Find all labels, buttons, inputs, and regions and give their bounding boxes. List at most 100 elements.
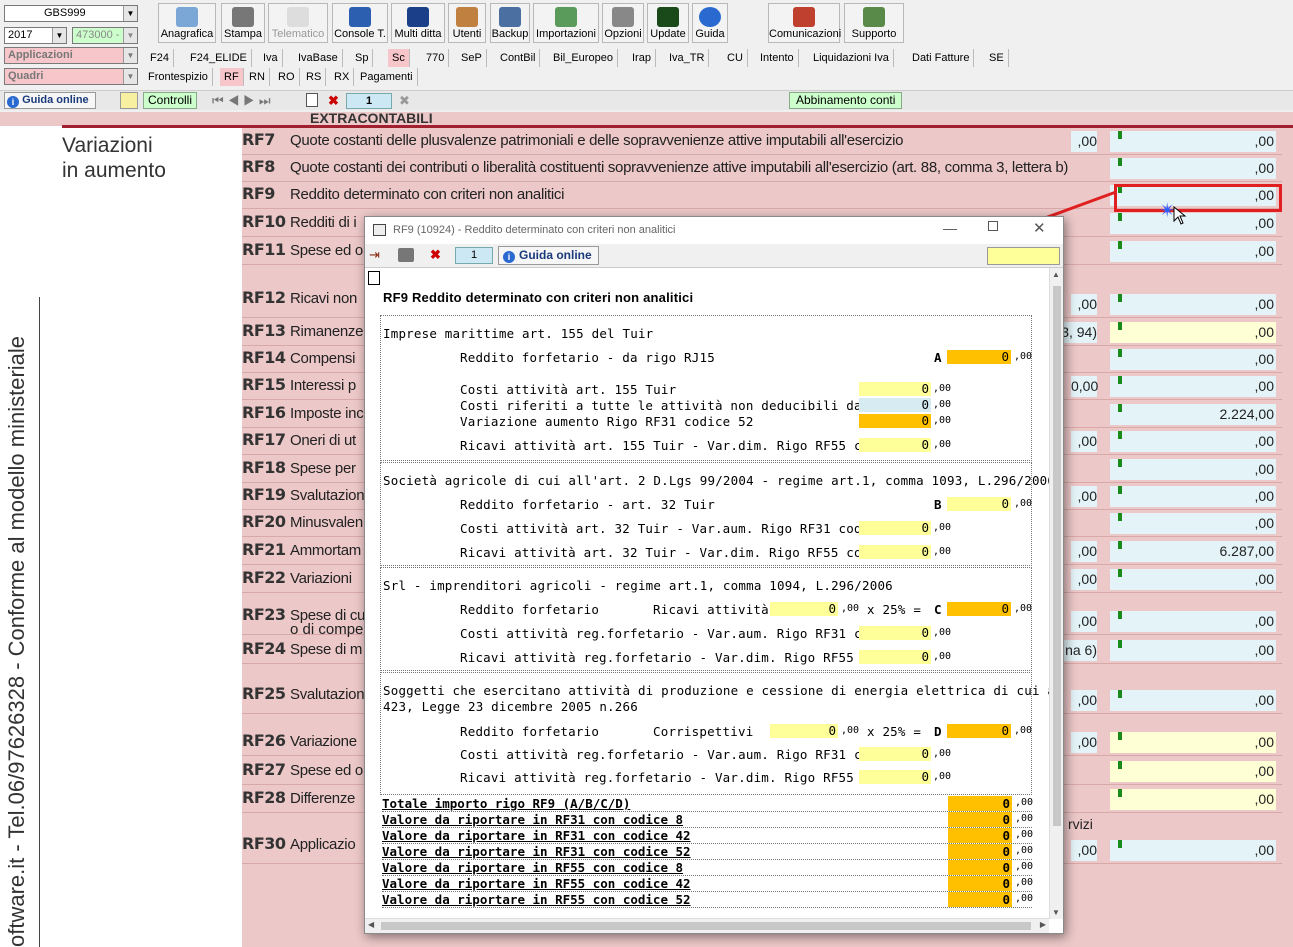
importazioni-button[interactable]: Importazioni [533,3,599,43]
sec1-reddito-a-field[interactable]: 0 [947,350,1011,364]
dialog-search-field[interactable] [987,247,1060,265]
row-value-field[interactable]: ,00 [1110,376,1276,397]
maximize-icon[interactable] [988,221,998,231]
tab-pagamenti[interactable]: Pagamenti [356,68,418,86]
chevron-down-icon[interactable]: ▼ [123,48,137,63]
sec3-reddito-c-field[interactable]: 0 [947,602,1011,616]
scroll-down-icon[interactable]: ▼ [1052,908,1060,917]
stampa-button[interactable]: Stampa [221,3,265,43]
chevron-down-icon[interactable]: ▼ [123,69,137,84]
row-value-field[interactable]: ,00 [1110,322,1276,343]
minimize-icon[interactable]: — [943,220,957,236]
quadri-select[interactable]: Quadri ▼ [4,68,138,85]
guida-button[interactable]: Guida [692,3,728,43]
checkbox-icon[interactable] [368,271,380,285]
anagrafica-button[interactable]: Anagrafica [158,3,216,43]
row-secondary-field[interactable]: ,00 [1071,611,1097,632]
exit-icon[interactable]: ⇥ [369,247,385,263]
code-select[interactable]: 473000 - ▼ [72,27,138,44]
row-secondary-field[interactable]: ,00 [1071,840,1097,861]
tab-se[interactable]: SE [985,49,1009,67]
row-secondary-field[interactable]: ,00 [1071,541,1097,562]
row-value-field[interactable]: ,00 [1110,431,1276,452]
supporto-button[interactable]: Supporto [844,3,904,43]
sec3-costi-field[interactable]: 0 [859,626,931,640]
row-value-field[interactable]: ,00 [1110,840,1276,861]
row-value-field[interactable]: 6.287,00 [1110,541,1276,562]
row-secondary-field[interactable]: 0,00 [1071,376,1098,397]
page-number-field[interactable]: 1 [346,93,392,109]
dialog-page-field[interactable]: 1 [455,247,493,264]
sec4-corrispettivi-field[interactable]: 0 [770,724,838,738]
row-value-field[interactable]: ,00 [1110,459,1276,480]
row-secondary-field[interactable]: ,00 [1071,732,1097,753]
tab-sp[interactable]: Sp [351,49,374,67]
nav-arrows-icon[interactable]: ⏮◀▶⏭ [212,93,275,109]
chevron-down-icon[interactable]: ▼ [123,6,137,21]
row-value-field[interactable]: ,00 [1110,349,1276,370]
tab-f24[interactable]: F24 [146,49,174,67]
sec4-ricavi-field[interactable]: 0 [859,770,931,784]
chevron-down-icon[interactable]: ▼ [52,28,66,43]
row-value-field[interactable]: ,00 [1110,761,1276,782]
sec4-costi-field[interactable]: 0 [859,747,931,761]
total-value-field[interactable]: 0 [948,796,1012,811]
controlli-button[interactable]: Controlli [143,92,198,109]
printer-icon[interactable] [398,248,414,262]
close-icon[interactable]: ✕ [1033,219,1046,237]
sec3-ricavi2-field[interactable]: 0 [859,650,931,664]
row-value-field[interactable]: ,00 [1110,611,1276,632]
new-page-icon[interactable] [306,93,318,107]
row-secondary-field[interactable]: ,00 [1071,569,1097,590]
hscroll-thumb[interactable] [381,922,1031,930]
scroll-up-icon[interactable]: ▲ [1052,270,1060,279]
row-secondary-field[interactable]: ,00 [1071,294,1097,315]
sec2-costi-field[interactable]: 0 [859,521,931,535]
sec1-costi-field[interactable]: 0 [859,382,931,396]
close-page-icon[interactable]: ✖ [399,93,410,109]
sec1-ricavi-field[interactable]: 0 [859,438,931,452]
row-value-field[interactable]: ,00 [1110,294,1276,315]
year-select[interactable]: 2017 ▼ [4,27,67,44]
total-value-field[interactable]: 0 [948,812,1012,827]
dialog-guida-online-button[interactable]: i Guida online [498,246,599,265]
telematico-button[interactable]: Telematico [268,3,328,43]
scroll-thumb[interactable] [1053,286,1061,826]
report-icon[interactable] [120,92,138,109]
scroll-left-icon[interactable]: ◀ [368,920,374,929]
utenti-button[interactable]: Utenti [448,3,486,43]
row-value-field[interactable]: ,00 [1110,131,1276,152]
tab-frontespizio[interactable]: Frontespizio [144,68,213,86]
tab-sep[interactable]: SeP [457,49,487,67]
total-value-field[interactable]: 0 [948,828,1012,843]
row-value-field[interactable]: ,00 [1110,241,1276,262]
total-value-field[interactable]: 0 [948,892,1012,907]
total-value-field[interactable]: 0 [948,844,1012,859]
tab-rs[interactable]: RS [302,68,327,86]
tab-rn[interactable]: RN [245,68,270,86]
sec3-ricavi-field[interactable]: 0 [770,602,838,616]
row-secondary-field[interactable]: ,00 [1071,486,1097,507]
row-value-field[interactable]: ,00 [1110,486,1276,507]
chevron-down-icon[interactable]: ▼ [123,28,137,43]
applicazioni-select[interactable]: Applicazioni ▼ [4,47,138,64]
delete-icon[interactable]: ✖ [328,93,339,109]
sec2-reddito-b-field[interactable]: 0 [947,497,1011,511]
console-button[interactable]: Console T. [332,3,388,43]
row-value-field[interactable]: ,00 [1110,213,1276,234]
tab-rf[interactable]: RF [220,68,244,86]
tab-ivabase[interactable]: IvaBase [294,49,343,67]
row-secondary-field[interactable]: ,00 [1071,431,1097,452]
sec1-variazione-field[interactable]: 0 [859,414,931,428]
tab-770[interactable]: 770 [422,49,450,67]
tab-sc[interactable]: Sc [388,49,410,67]
row-value-field[interactable]: ,00 [1110,513,1276,534]
row-value-field[interactable]: ,00 [1110,789,1276,810]
sec4-reddito-d-field[interactable]: 0 [947,724,1011,738]
company-select[interactable]: GBS999 ▼ [4,5,138,22]
row-value-field[interactable]: 2.224,00 [1110,404,1276,425]
update-button[interactable]: Update [647,3,689,43]
tab-dati-fatture[interactable]: Dati Fatture [908,49,975,67]
tab-iva-tr[interactable]: Iva_TR [665,49,710,67]
row-value-field[interactable]: ,00 [1110,569,1276,590]
